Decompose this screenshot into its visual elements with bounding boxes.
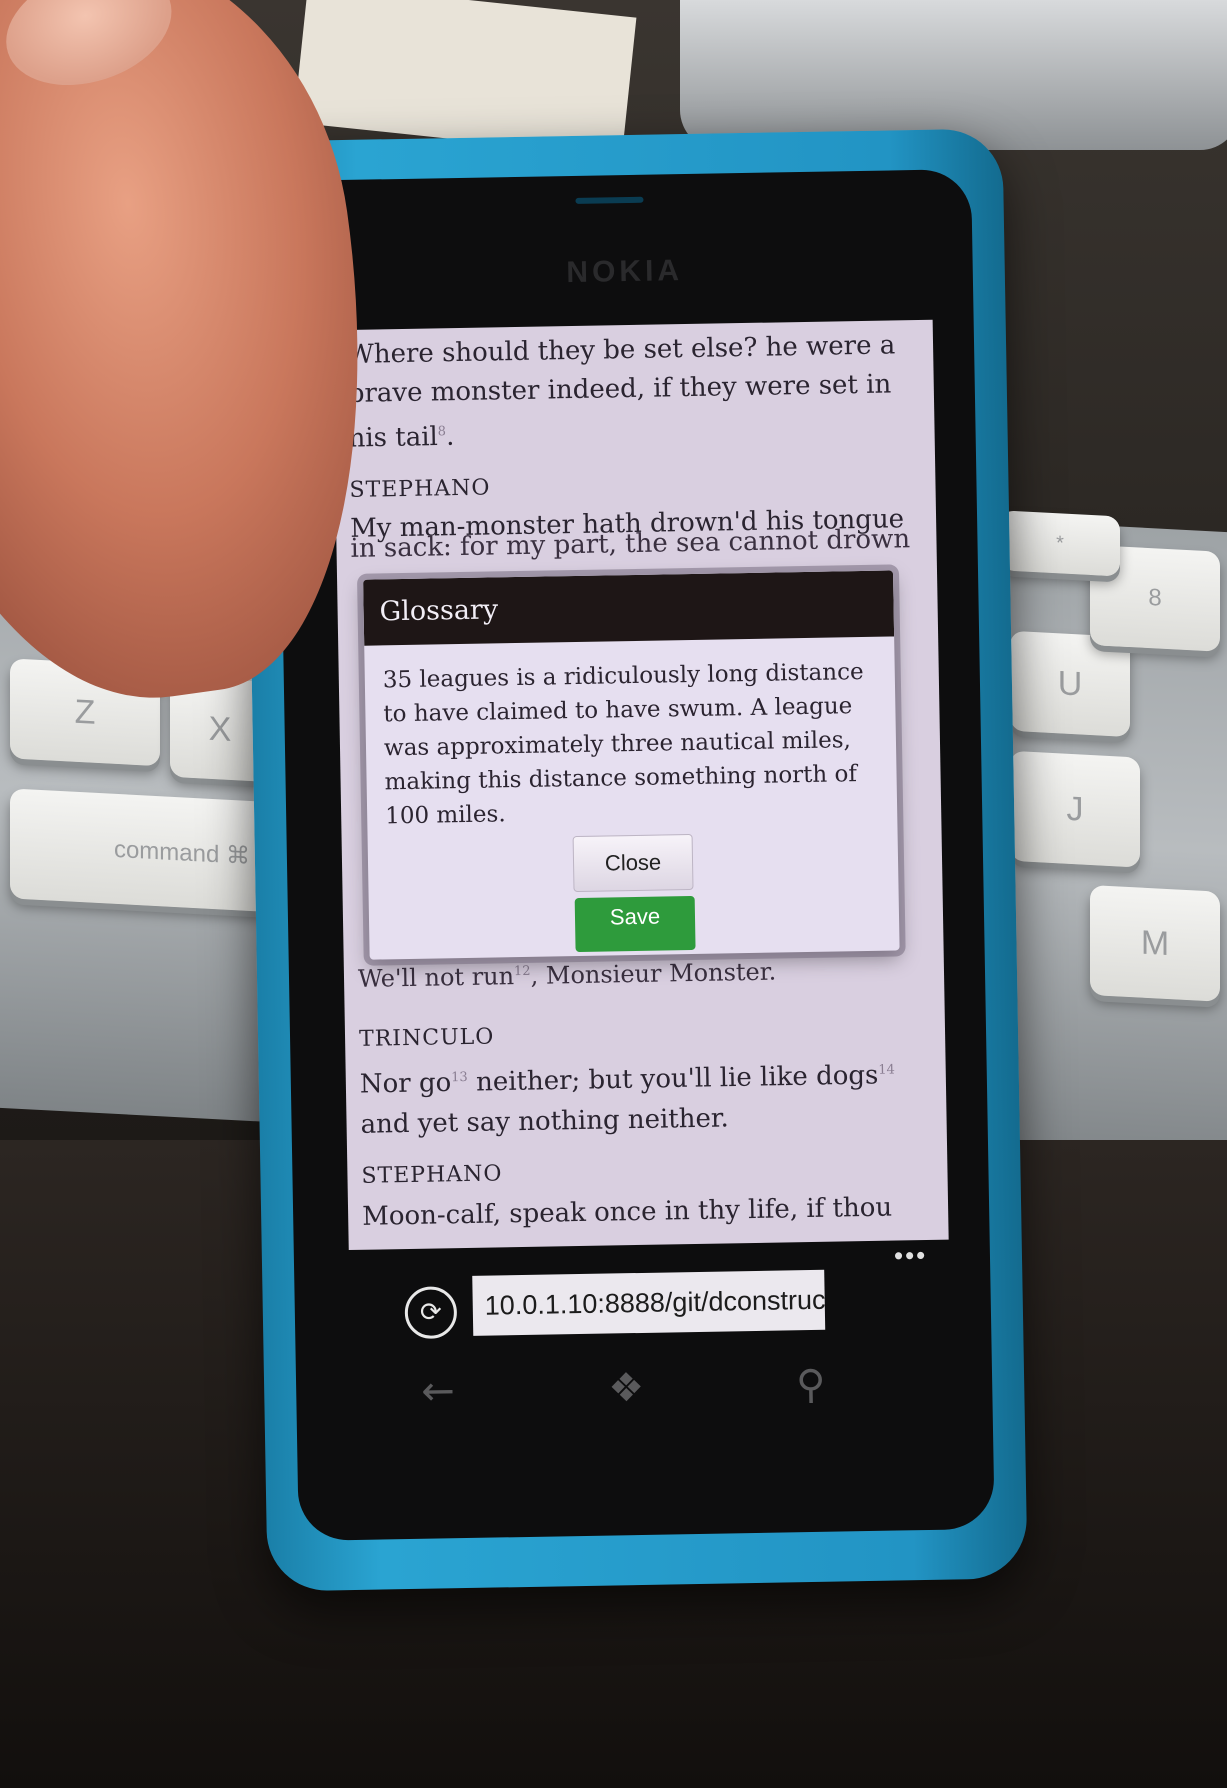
key-u: U <box>1010 630 1130 738</box>
phone-screen: Where should they be set else? he were a… <box>332 319 949 1251</box>
back-icon[interactable]: ← <box>421 1368 455 1415</box>
footnote-marker[interactable]: 13 <box>451 1070 468 1085</box>
key-m: M <box>1090 884 1220 1002</box>
refresh-icon[interactable]: ⟳ <box>404 1286 458 1340</box>
key-j: J <box>1010 750 1140 868</box>
windows-start-icon[interactable]: ❖ <box>608 1365 645 1412</box>
footnote-marker[interactable]: 8 <box>438 424 447 439</box>
key-media: * <box>1000 510 1120 577</box>
paper-sheet <box>293 0 637 157</box>
search-icon[interactable]: ⚲ <box>796 1362 826 1409</box>
paragraph-end: . <box>445 421 455 452</box>
save-button[interactable]: Save <box>574 895 696 953</box>
speaker-name: STEPHANO <box>361 1161 503 1189</box>
footnote-marker[interactable]: 12 <box>514 964 531 979</box>
speech-line: Nor go13 neither; but you'll lie like do… <box>359 1050 935 1145</box>
speech-text: Nor go <box>359 1067 452 1100</box>
phone-brand-logo: NOKIA <box>566 254 684 290</box>
peek-end: , Monsieur Monster. <box>530 957 777 990</box>
footnote-marker[interactable]: 14 <box>878 1062 895 1077</box>
dialog-buttons: Close Save <box>368 830 899 953</box>
speaker-name: STEPHANO <box>349 475 491 503</box>
reader-paragraph: Where should they be set else? he were a… <box>347 326 924 459</box>
monitor-stand <box>680 0 1227 150</box>
glossary-dialog: Glossary 35 leagues is a ridiculously lo… <box>363 570 900 960</box>
close-button[interactable]: Close <box>572 833 694 893</box>
speech-text: and yet say nothing neither. <box>360 1103 729 1140</box>
dialog-title: Glossary <box>363 570 895 646</box>
more-menu-icon[interactable]: ••• <box>894 1240 928 1272</box>
reader-content: Where should they be set else? he were a… <box>347 326 926 549</box>
photo-scene: W S Z X command ⌘ U J M 8 * NOKIA Where … <box>0 0 1227 1788</box>
reader-content-lower: TRINCULO Nor go13 neither; but you'll li… <box>359 1010 938 1237</box>
thumb-nail <box>0 0 187 106</box>
peek-text: We'll not run <box>357 962 515 993</box>
key-command: command ⌘ <box>10 788 270 912</box>
earpiece-speaker <box>575 196 644 204</box>
phone-face: NOKIA Where should they be set else? he … <box>275 169 995 1541</box>
speech-text: neither; but you'll lie like dogs <box>467 1060 879 1098</box>
paragraph-text: Where should they be set else? he were a… <box>346 330 896 454</box>
dialog-body: 35 leagues is a ridiculously long distan… <box>382 658 864 830</box>
address-bar[interactable]: 10.0.1.10:8888/git/dconstruc <box>472 1269 826 1336</box>
phone-device: NOKIA Where should they be set else? he … <box>242 128 1028 1592</box>
speech-line: Moon-calf, speak once in thy life, if th… <box>361 1192 893 1232</box>
